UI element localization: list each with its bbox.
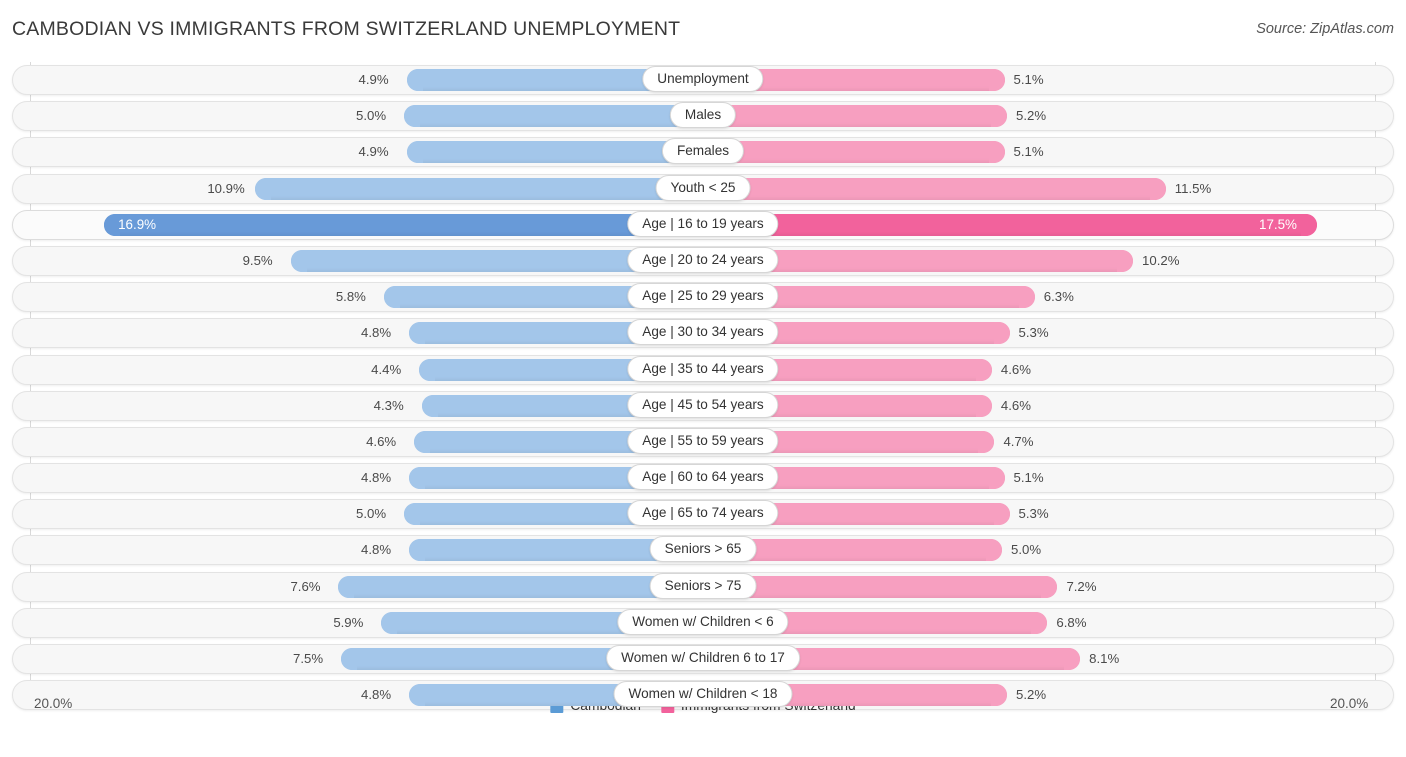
table-row: 5.9% 6.8% Women w/ Children < 6: [0, 605, 1406, 641]
bar-immigrants-from-switzerland: [703, 105, 1007, 127]
value-label-left: 4.4%: [371, 361, 401, 379]
value-label-right: 5.1%: [1014, 469, 1044, 487]
row-category-label: Youth < 25: [656, 175, 751, 201]
value-label-left: 16.9%: [118, 216, 156, 234]
value-label-right: 4.6%: [1001, 361, 1031, 379]
bar-cambodian: [404, 105, 703, 127]
row-category-label: Age | 45 to 54 years: [627, 392, 778, 418]
row-category-label: Women w/ Children < 18: [614, 681, 793, 707]
table-row: 5.0% 5.3% Age | 65 to 74 years: [0, 496, 1406, 532]
value-label-left: 5.8%: [336, 288, 366, 306]
value-label-right: 5.3%: [1019, 505, 1049, 523]
value-label-right: 5.1%: [1014, 143, 1044, 161]
table-row: 5.8% 6.3% Age | 25 to 29 years: [0, 279, 1406, 315]
value-label-right: 17.5%: [1259, 216, 1297, 234]
table-row: 4.9% 5.1% Unemployment: [0, 62, 1406, 98]
row-category-label: Males: [670, 102, 736, 128]
value-label-left: 5.9%: [333, 614, 363, 632]
row-category-label: Seniors > 75: [650, 573, 757, 599]
value-label-right: 4.7%: [1003, 433, 1033, 451]
value-label-left: 9.5%: [243, 252, 273, 270]
table-row: 5.0% 5.2% Males: [0, 98, 1406, 134]
value-label-right: 6.8%: [1056, 614, 1086, 632]
table-row: 7.5% 8.1% Women w/ Children 6 to 17: [0, 641, 1406, 677]
value-label-left: 7.6%: [290, 578, 320, 596]
chart-plot-area: 4.9% 5.1% Unemployment 5.0% 5.2% Males 4.9% 5.1…: [0, 62, 1406, 717]
table-row: 4.9% 5.1% Females: [0, 134, 1406, 170]
row-category-label: Age | 20 to 24 years: [627, 247, 778, 273]
bar-immigrants-from-switzerland: [703, 214, 1317, 236]
table-row: 4.3% 4.6% Age | 45 to 54 years: [0, 388, 1406, 424]
bar-cambodian: [407, 141, 703, 163]
value-label-right: 5.1%: [1014, 71, 1044, 89]
value-label-right: 10.2%: [1142, 252, 1179, 270]
axis-label-right: 20.0%: [1330, 696, 1368, 711]
table-row: 4.8% 5.1% Age | 60 to 64 years: [0, 460, 1406, 496]
row-category-label: Age | 65 to 74 years: [627, 500, 778, 526]
row-category-label: Seniors > 65: [650, 536, 757, 562]
chart-page: CAMBODIAN VS IMMIGRANTS FROM SWITZERLAND…: [0, 0, 1406, 757]
value-label-left: 5.0%: [356, 505, 386, 523]
value-label-right: 6.3%: [1044, 288, 1074, 306]
bar-immigrants-from-switzerland: [703, 141, 1005, 163]
value-label-right: 5.2%: [1016, 107, 1046, 125]
bar-immigrants-from-switzerland: [703, 178, 1166, 200]
value-label-left: 4.8%: [361, 469, 391, 487]
table-row: 4.8% 5.3% Age | 30 to 34 years: [0, 315, 1406, 351]
bar-cambodian: [255, 178, 703, 200]
value-label-left: 4.6%: [366, 433, 396, 451]
value-label-right: 7.2%: [1066, 578, 1096, 596]
value-label-left: 4.8%: [361, 686, 391, 704]
row-category-label: Unemployment: [642, 66, 763, 92]
value-label-right: 4.6%: [1001, 397, 1031, 415]
source-attribution: Source: ZipAtlas.com: [1256, 21, 1394, 37]
value-label-left: 10.9%: [207, 180, 244, 198]
value-label-right: 5.0%: [1011, 541, 1041, 559]
row-category-label: Women w/ Children 6 to 17: [606, 645, 800, 671]
row-category-label: Age | 30 to 34 years: [627, 319, 778, 345]
value-label-left: 7.5%: [293, 650, 323, 668]
value-label-left: 4.9%: [359, 71, 389, 89]
value-label-left: 4.8%: [361, 324, 391, 342]
table-row: 4.6% 4.7% Age | 55 to 59 years: [0, 424, 1406, 460]
table-row: 9.5% 10.2% Age | 20 to 24 years: [0, 243, 1406, 279]
bar-cambodian: [338, 576, 703, 598]
row-category-label: Age | 25 to 29 years: [627, 283, 778, 309]
row-category-label: Women w/ Children < 6: [617, 609, 788, 635]
value-label-left: 4.8%: [361, 541, 391, 559]
table-row: 4.8% 5.0% Seniors > 65: [0, 532, 1406, 568]
value-label-right: 8.1%: [1089, 650, 1119, 668]
row-category-label: Age | 60 to 64 years: [627, 464, 778, 490]
value-label-right: 5.2%: [1016, 686, 1046, 704]
chart-rows: 4.9% 5.1% Unemployment 5.0% 5.2% Males 4.9% 5.1…: [0, 62, 1406, 713]
table-row: 10.9% 11.5% Youth < 25: [0, 171, 1406, 207]
row-category-label: Age | 35 to 44 years: [627, 356, 778, 382]
value-label-left: 4.9%: [359, 143, 389, 161]
value-label-left: 5.0%: [356, 107, 386, 125]
value-label-right: 11.5%: [1175, 180, 1211, 198]
table-row: 16.9% 17.5% Age | 16 to 19 years: [0, 207, 1406, 243]
table-row: 4.4% 4.6% Age | 35 to 44 years: [0, 352, 1406, 388]
value-label-right: 5.3%: [1019, 324, 1049, 342]
bar-cambodian: [104, 214, 703, 236]
row-category-label: Females: [662, 138, 744, 164]
row-category-label: Age | 16 to 19 years: [627, 211, 778, 237]
page-title: CAMBODIAN VS IMMIGRANTS FROM SWITZERLAND…: [12, 18, 680, 41]
axis-label-left: 20.0%: [34, 696, 72, 711]
row-category-label: Age | 55 to 59 years: [627, 428, 778, 454]
value-label-left: 4.3%: [374, 397, 404, 415]
table-row: 7.6% 7.2% Seniors > 75: [0, 569, 1406, 605]
